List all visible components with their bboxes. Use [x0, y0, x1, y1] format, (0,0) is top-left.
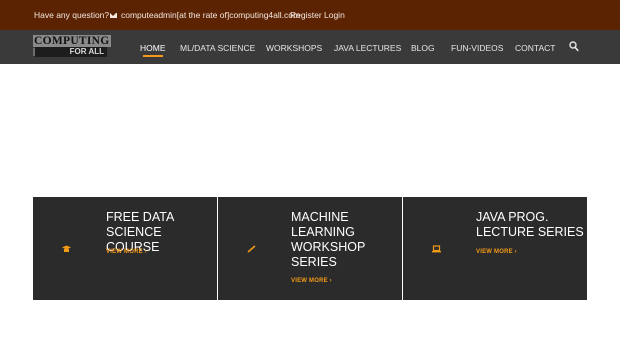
course-card[interactable]: FREE DATA SCIENCE COURSE VIEW MORE ›	[33, 197, 217, 300]
workshop-card[interactable]: MACHINE LEARNING WORKSHOP SERIES VIEW MO…	[218, 197, 402, 300]
nav-item-blog[interactable]: BLOG	[411, 43, 435, 53]
pencil-icon	[247, 245, 256, 253]
top-bar: Have any question? computeadmin[at the r…	[0, 0, 620, 30]
lecture-card[interactable]: JAVA PROG. LECTURE SERIES VIEW MORE ›	[403, 197, 587, 300]
view-more-link[interactable]: VIEW MORE ›	[106, 249, 147, 255]
view-more-link[interactable]: VIEW MORE ›	[476, 249, 517, 255]
logo-line1: COMPUTING	[33, 35, 111, 47]
question-text: Have any question?	[34, 10, 110, 20]
nav-item-home[interactable]: HOME	[140, 43, 166, 53]
site-logo[interactable]: COMPUTING FOR ALL	[33, 35, 111, 59]
nav-item-ml-data-science[interactable]: ML/DATA SCIENCE	[180, 43, 255, 53]
view-more-link[interactable]: VIEW MORE ›	[291, 278, 332, 284]
search-icon[interactable]	[569, 41, 579, 52]
nav-item-workshops[interactable]: WORKSHOPS	[266, 43, 322, 53]
card-title: MACHINE LEARNING WORKSHOP SERIES	[291, 210, 366, 269]
email-text: computeadmin[at the rate of]computing4al…	[121, 10, 301, 20]
laptop-icon	[432, 245, 441, 253]
nav-item-fun-videos[interactable]: FUN-VIDEOS	[451, 43, 503, 53]
nav-item-contact[interactable]: CONTACT	[515, 43, 555, 53]
envelope-icon	[110, 12, 117, 18]
login-link[interactable]: Login	[324, 10, 345, 20]
active-underline	[143, 55, 163, 57]
nav-item-java-lectures[interactable]: JAVA LECTURES	[334, 43, 401, 53]
email-contact[interactable]: computeadmin[at the rate of]computing4al…	[110, 10, 300, 20]
graduation-cap-icon	[62, 245, 71, 252]
card-title: JAVA PROG. LECTURE SERIES	[476, 210, 584, 239]
logo-line2: FOR ALL	[69, 47, 104, 56]
main-nav: COMPUTING FOR ALL HOME ML/DATA SCIENCE W…	[0, 30, 620, 64]
register-link[interactable]: Register	[290, 10, 322, 20]
